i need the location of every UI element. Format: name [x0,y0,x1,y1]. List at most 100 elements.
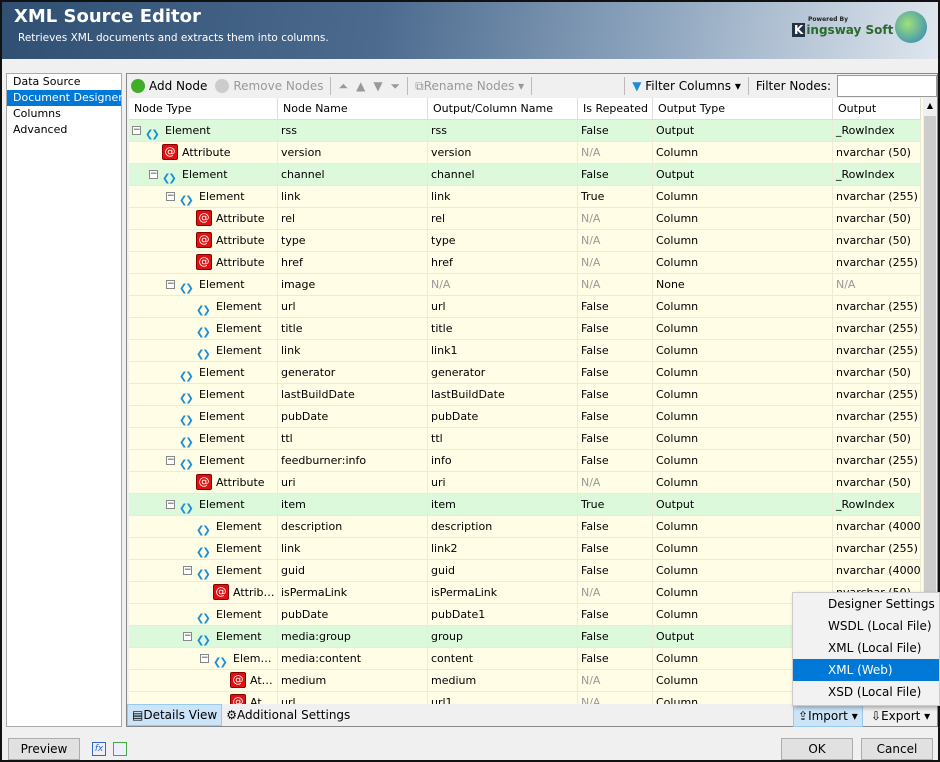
column-header-is-repeated[interactable]: Is Repeated [578,98,653,120]
gear-icon: ⚙ [226,708,238,722]
cell-otype: Column [653,362,833,384]
cell-name: generator [278,362,428,384]
table-row[interactable]: @ Attribute rel rel N/A Column nvarchar (50) [129,208,921,230]
cell-output: link [428,186,578,208]
collapse-toggle[interactable]: − [166,500,175,509]
table-row[interactable]: − ❮❯ Element feedburner:info info False Column… [129,450,921,472]
filter-nodes-input[interactable] [837,75,937,97]
table-row[interactable]: − ❮❯ Element guid guid False Column nvarchar (4… [129,560,921,582]
nav-advanced[interactable]: Advanced [7,122,121,138]
menu-item-designer-settings[interactable]: Designer Settings [793,593,939,615]
table-row[interactable]: @ Attribute type type N/A Column nvarchar (50) [129,230,921,252]
table-row[interactable]: @ Attribute uri uri N/A Column nvarchar (50) [129,472,921,494]
table-row[interactable]: − ❮❯ Element image N/A N/A None N/A [129,274,921,296]
table-row[interactable]: − ❮❯ Element rss rss False Output _RowIndex [129,120,921,142]
cell-node-type: ❮❯ Element [129,318,278,340]
remove-nodes-button[interactable]: Remove Nodes [211,75,327,97]
cell-repeated: False [578,560,653,582]
node-type-label: Element [182,168,228,181]
ok-button[interactable]: OK [781,738,853,760]
nav-columns[interactable]: Columns [7,106,121,122]
move-down-button[interactable]: ▼ [369,75,386,97]
column-header-node-name[interactable]: Node Name [278,98,428,120]
table-row[interactable]: − ❮❯ Element item item True Output _RowIndex [129,494,921,516]
table-row[interactable]: @ Attribute href href N/A Column nvarchar (255… [129,252,921,274]
cell-repeated: False [578,516,653,538]
table-row[interactable]: − ❮❯ Element link link True Column nvarchar (25… [129,186,921,208]
collapse-toggle[interactable]: − [166,456,175,465]
node-type-label: Attribute [216,256,265,269]
add-node-button[interactable]: Add Node [127,75,211,97]
collapse-toggle[interactable]: − [149,170,158,179]
table-row[interactable]: ❮❯ Element pubDate pubDate False Column nvarch… [129,406,921,428]
collapse-toggle[interactable]: − [166,192,175,201]
cell-node-type: − ❮❯ Element [129,560,278,582]
cell-name: link [278,538,428,560]
collapse-toggle[interactable]: − [183,632,192,641]
column-header-output-settings[interactable]: Output Settings [833,98,921,137]
cell-name: version [278,142,428,164]
rename-nodes-button[interactable]: ⧉ Rename Nodes ▾ [411,75,528,97]
node-type-label: Element [199,190,245,203]
column-header-output-column-name[interactable]: Output/Column Name [428,98,578,120]
node-type-label: Attribute [216,476,265,489]
collapse-toggle[interactable]: − [166,280,175,289]
variables-icon[interactable] [113,742,127,756]
cell-settings: nvarchar (50) [833,472,921,494]
move-top-button[interactable]: ⏶ [334,75,352,97]
menu-item-xsd-local-file[interactable]: XSD (Local File) [793,681,939,703]
attribute-icon: @ [196,474,212,490]
nav-document-designer[interactable]: Document Designer [7,90,123,106]
table-row[interactable]: ❮❯ Element lastBuildDate lastBuildDate False… [129,384,921,406]
table-row[interactable]: ❮❯ Element description description False Colu… [129,516,921,538]
separator [624,77,626,95]
fx-expression-icon[interactable]: fx [92,742,106,756]
cell-output: pubDate [428,406,578,428]
table-row[interactable]: @ Attribute version version N/A Column nvarcha… [129,142,921,164]
filter-columns-button[interactable]: ▼ Filter Columns ▾ [628,75,745,97]
cell-otype: Column [653,472,833,494]
menu-item-xml-local-file[interactable]: XML (Local File) [793,637,939,659]
move-up-button[interactable]: ▲ [352,75,369,97]
node-type-label: Element [216,542,262,555]
column-header-output-type[interactable]: Output Type [653,98,833,120]
import-button[interactable]: ⇪ Import ▾ [793,705,863,727]
menu-item-wsdl-local-file[interactable]: WSDL (Local File) [793,615,939,637]
menu-item-xml-web[interactable]: XML (Web) [793,659,939,681]
move-bottom-button[interactable]: ⏷ [387,75,405,97]
attribute-icon: @ [196,210,212,226]
details-view-tab[interactable]: ▤ Details View [127,704,223,726]
table-row[interactable]: ❮❯ Element generator generator False Column nv… [129,362,921,384]
window-title: XML Source Editor [14,6,201,27]
nav-data-source[interactable]: Data Source [7,74,121,90]
cell-repeated: True [578,186,653,208]
sidebar-nav: Data Source Document Designer Columns Ad… [6,73,123,727]
import-dropdown-menu: Designer Settings WSDL (Local File) XML … [792,592,940,706]
table-row[interactable]: ❮❯ Element url url False Column nvarchar (255) [129,296,921,318]
cell-name: image [278,274,428,296]
table-row[interactable]: − ❮❯ Element channel channel False Output _RowI… [129,164,921,186]
cell-repeated: N/A [578,670,653,692]
cell-name: url [278,296,428,318]
cell-output: medium [428,670,578,692]
cancel-button[interactable]: Cancel [861,738,933,760]
cell-repeated: N/A [578,472,653,494]
table-row[interactable]: ❮❯ Element link link2 False Column nvarchar (2… [129,538,921,560]
cell-node-type: − ❮❯ Element [129,120,278,142]
collapse-toggle[interactable]: − [200,654,209,663]
collapse-toggle[interactable]: − [132,126,141,135]
table-row[interactable]: ❮❯ Element link link1 False Column nvarchar (2… [129,340,921,362]
table-row[interactable]: ❮❯ Element ttl ttl False Column nvarchar (50) [129,428,921,450]
additional-settings-tab[interactable]: ⚙ Additional Settings [222,704,354,726]
cell-name: uri [278,472,428,494]
separator [531,77,533,95]
column-header-node-type[interactable]: Node Type [129,98,278,120]
preview-button[interactable]: Preview [8,738,80,760]
table-row[interactable]: ❮❯ Element title title False Column nvarchar (… [129,318,921,340]
collapse-toggle[interactable]: − [183,566,192,575]
cell-node-type: − ❮❯ Element [129,164,278,186]
export-button[interactable]: ⇩ Export ▾ [867,705,934,727]
scroll-up-arrow[interactable]: ▲ [923,98,937,114]
cell-otype: Column [653,560,833,582]
element-icon: ❮❯ [196,547,211,558]
